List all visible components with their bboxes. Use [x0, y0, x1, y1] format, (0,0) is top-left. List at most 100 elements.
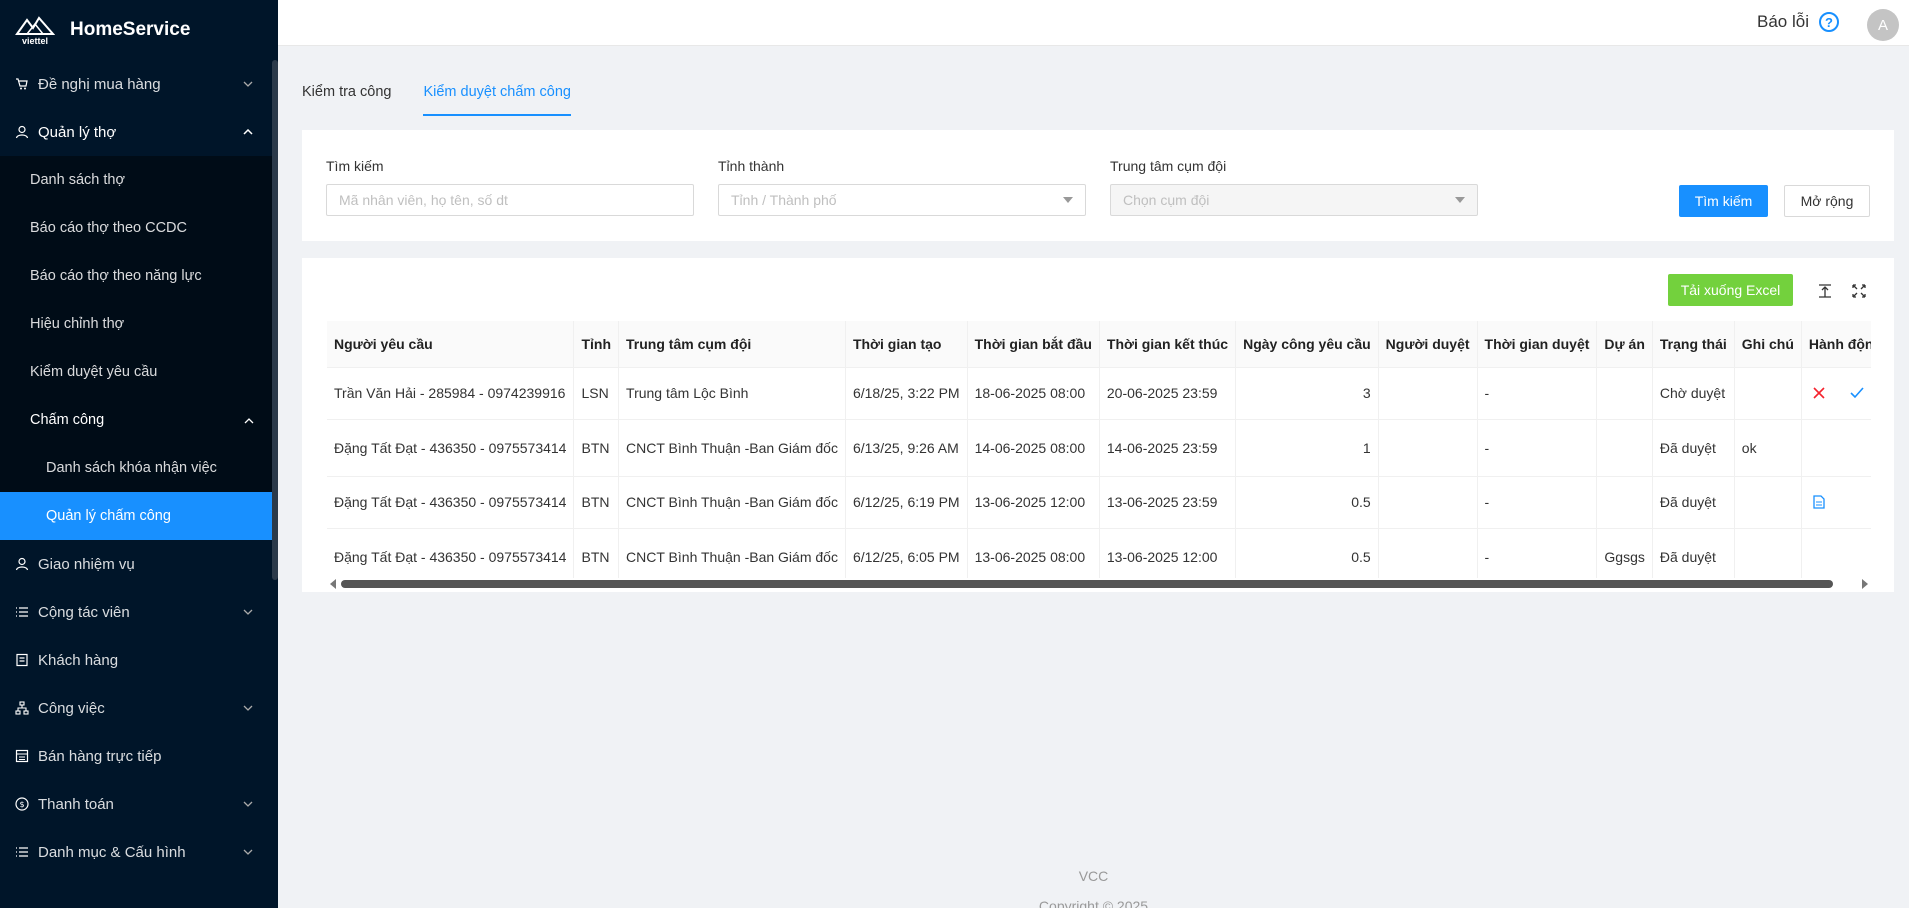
help-icon[interactable]: ?	[1819, 12, 1839, 32]
filter-panel: Tìm kiếm Mã nhân viên, họ tên, số dt Tỉn…	[302, 130, 1894, 241]
col-header[interactable]: Trạng thái	[1652, 321, 1735, 368]
reject-icon[interactable]	[1809, 383, 1829, 403]
col-header[interactable]: Thời gian tạo	[845, 321, 968, 368]
table-cell: ok	[1734, 419, 1802, 477]
search-input[interactable]: Mã nhân viên, họ tên, số dt	[326, 184, 694, 216]
col-header[interactable]: Thời gian duyệt	[1477, 321, 1598, 368]
table-cell: Chờ duyệt	[1652, 367, 1735, 420]
sidebar-item-bao-cao-ccdc[interactable]: Báo cáo thợ theo CCDC	[0, 204, 278, 252]
sidebar-item-label: Chấm công	[30, 412, 105, 428]
table-row[interactable]: Đặng Tất Đạt - 436350 - 0975573414 BTN CNC…	[327, 476, 1871, 529]
tab-kiem-duyet-cham-cong[interactable]: Kiểm duyệt chấm công	[423, 74, 571, 116]
expand-button[interactable]: Mở rộng	[1784, 185, 1870, 217]
table-cell: 0.5	[1235, 528, 1379, 578]
report-error-link[interactable]: Báo lỗi ?	[1757, 12, 1839, 32]
col-header[interactable]: Thời gian bắt đầu	[967, 321, 1100, 368]
col-header[interactable]: Người duyệt	[1378, 321, 1478, 368]
approve-icon[interactable]	[1847, 383, 1867, 403]
center-select[interactable]: Chọn cụm đội	[1110, 184, 1478, 216]
column-height-icon[interactable]	[1816, 282, 1834, 300]
footer-company: VCC	[1078, 868, 1109, 884]
col-header[interactable]: Người yêu cầu	[327, 321, 575, 368]
tab-kiem-tra-cong[interactable]: Kiểm tra công	[302, 74, 391, 116]
table-header-row: Người yêu cầu Tỉnh Trung tâm cụm đội Thờ…	[327, 321, 1871, 368]
sidebar-item-quan-ly-tho[interactable]: Quản lý thợ	[0, 108, 278, 156]
table-container: Người yêu cầu Tỉnh Trung tâm cụm đội Thờ…	[327, 321, 1871, 578]
top-header: Báo lỗi ? A	[278, 0, 1909, 46]
sidebar-item-label: Báo cáo thợ theo CCDC	[30, 220, 188, 236]
table-row[interactable]: Đặng Tất Đạt - 436350 - 0975573414 BTN CNC…	[327, 528, 1871, 578]
sidebar-item-bao-cao-nang-luc[interactable]: Báo cáo thợ theo năng lực	[0, 252, 278, 300]
table-cell: BTN	[573, 528, 620, 578]
sidebar-item-quan-ly-cham-cong[interactable]: Quản lý chấm công	[0, 492, 272, 540]
sidebar-item-label: Khách hàng	[38, 651, 119, 669]
search-button[interactable]: Tìm kiếm	[1679, 185, 1768, 217]
table-cell: LSN	[573, 367, 620, 420]
sidebar-item-label: Cộng tác viên	[38, 603, 130, 621]
sidebar-item-kiem-duyet-yeu-cau[interactable]: Kiểm duyệt yêu cầu	[0, 348, 278, 396]
user-icon	[14, 556, 30, 572]
table-cell: -	[1477, 419, 1598, 477]
table-row[interactable]: Trần Văn Hải - 285984 - 0974239916 LSN Tru…	[327, 367, 1871, 420]
sidebar-item-thanh-toan[interactable]: $ Thanh toán	[0, 780, 278, 828]
user-icon	[14, 124, 30, 140]
sidebar-item-label: Giao nhiệm vụ	[38, 555, 135, 573]
horizontal-scrollbar[interactable]	[327, 578, 1871, 589]
chevron-down-icon	[242, 846, 254, 858]
col-header[interactable]: Ghi chú	[1734, 321, 1802, 368]
province-select[interactable]: Tỉnh / Thành phố	[718, 184, 1086, 216]
sidebar-item-danh-sach-khoa[interactable]: Danh sách khóa nhận việc	[0, 444, 278, 492]
sidebar-item-hieu-chinh-tho[interactable]: Hiệu chỉnh thợ	[0, 300, 278, 348]
table-cell: -	[1477, 528, 1598, 578]
table-cell: 13-06-2025 12:00	[1099, 528, 1237, 578]
sidebar-item-giao-nhiem-vu[interactable]: Giao nhiệm vụ	[0, 540, 278, 588]
scrollbar-thumb[interactable]	[341, 580, 1833, 588]
table-cell: 14-06-2025 08:00	[967, 419, 1100, 477]
logo-text: viettel	[21, 36, 48, 46]
logo[interactable]: viettel HomeService	[0, 0, 278, 60]
sidebar-item-label: Bán hàng trực tiếp	[38, 747, 162, 765]
document-icon[interactable]	[1809, 492, 1829, 512]
dollar-icon: $	[14, 796, 30, 812]
fullscreen-icon[interactable]	[1850, 282, 1868, 300]
table-cell	[1734, 476, 1802, 529]
col-header[interactable]: Dự án	[1596, 321, 1653, 368]
province-group: Tỉnh thành Tỉnh / Thành phố	[718, 158, 1086, 216]
table-cell: Đã duyệt	[1652, 528, 1735, 578]
sidebar-item-label: Danh sách thợ	[30, 172, 125, 188]
actions-cell	[1801, 419, 1871, 477]
chevron-up-icon	[242, 126, 254, 138]
table-cell: 6/12/25, 6:05 PM	[845, 528, 968, 578]
sidebar-item-khach-hang[interactable]: Khách hàng	[0, 636, 278, 684]
table-panel: Tải xuống Excel Người yêu cầu Tỉnh Trung…	[302, 258, 1894, 592]
footer-copyright: Copyright © 2025	[1038, 898, 1149, 908]
col-header[interactable]: Hành động	[1801, 321, 1871, 368]
avatar[interactable]: A	[1867, 9, 1899, 41]
contact-icon	[14, 652, 30, 668]
tabs: Kiểm tra công Kiểm duyệt chấm công	[302, 74, 603, 116]
table-cell: CNCT Bình Thuận -Ban Giám đốc	[618, 476, 846, 529]
sidebar-item-cong-viec[interactable]: Công việc	[0, 684, 278, 732]
sidebar-item-cham-cong[interactable]: Chấm công	[0, 396, 278, 444]
col-header[interactable]: Tỉnh	[573, 321, 620, 368]
sidebar-item-danh-muc-cau-hinh[interactable]: Danh mục & Cấu hình	[0, 828, 278, 876]
col-header[interactable]: Trung tâm cụm đội	[618, 321, 846, 368]
col-header[interactable]: Thời gian kết thúc	[1099, 321, 1237, 368]
attendance-table: Người yêu cầu Tỉnh Trung tâm cụm đội Thờ…	[327, 321, 1871, 578]
table-cell	[1734, 528, 1802, 578]
sidebar-item-ban-hang-truc-tiep[interactable]: Bán hàng trực tiếp	[0, 732, 278, 780]
sidebar-item-cong-tac-vien[interactable]: Cộng tác viên	[0, 588, 278, 636]
table-cell	[1378, 476, 1478, 529]
download-excel-button[interactable]: Tải xuống Excel	[1668, 274, 1793, 306]
sidebar-item-label: Kiểm duyệt yêu cầu	[30, 364, 158, 380]
list-icon	[14, 844, 30, 860]
scroll-right-icon[interactable]	[1862, 579, 1868, 589]
scroll-left-icon[interactable]	[330, 579, 336, 589]
table-cell: 6/12/25, 6:19 PM	[845, 476, 968, 529]
center-placeholder: Chọn cụm đội	[1123, 192, 1210, 208]
table-cell: 13-06-2025 23:59	[1099, 476, 1237, 529]
sidebar-item-de-nghi-mua-hang[interactable]: Đề nghị mua hàng	[0, 60, 278, 108]
table-row[interactable]: Đặng Tất Đạt - 436350 - 0975573414 BTN CNC…	[327, 419, 1871, 477]
sidebar-item-danh-sach-tho[interactable]: Danh sách thợ	[0, 156, 278, 204]
col-header[interactable]: Ngày công yêu cầu	[1235, 321, 1379, 368]
